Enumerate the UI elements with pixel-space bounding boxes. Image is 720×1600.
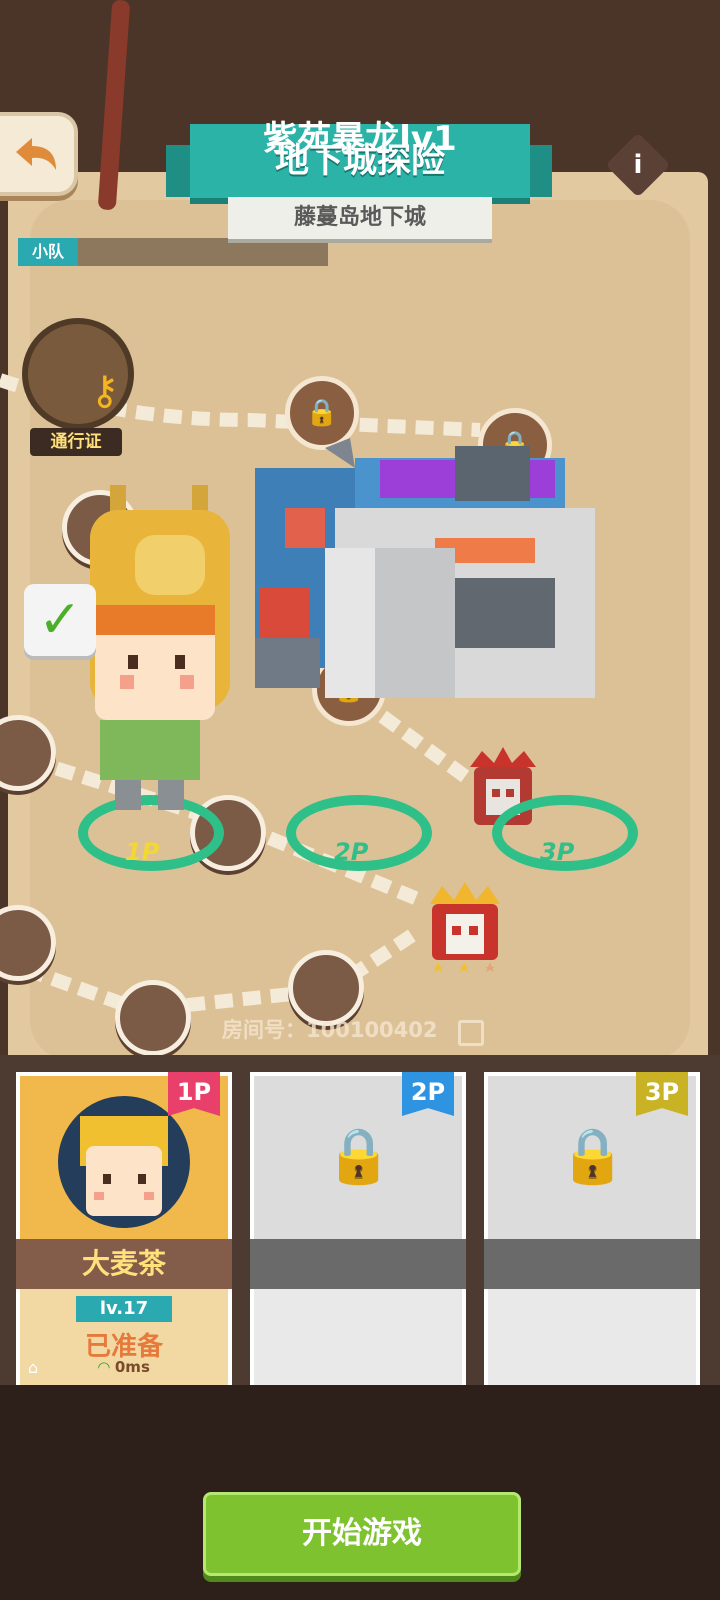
player-character — [90, 485, 230, 810]
pass-label[interactable]: 通行证 — [30, 428, 122, 456]
player-level: lv.17 — [76, 1296, 172, 1322]
home-icon: ⌂ — [28, 1358, 39, 1377]
player-avatar-image — [80, 1116, 168, 1216]
page-title: 地下城探险 — [275, 141, 445, 181]
team-bar — [78, 238, 328, 266]
back-button[interactable] — [0, 112, 78, 196]
name-bar — [484, 1239, 700, 1289]
slot-label-3p: 3P — [540, 838, 575, 866]
player-card-3p[interactable]: 🔒 3P — [484, 1072, 700, 1393]
lock-icon: 🔒 — [305, 398, 339, 428]
dungeon-subtitle: 藤蔓岛地下城 — [228, 197, 492, 239]
copy-icon[interactable] — [458, 1020, 484, 1046]
lock-icon: 🔒 — [325, 1124, 393, 1187]
ready-check-icon: ✓ — [24, 584, 96, 656]
ping-value: ◠ 0ms — [20, 1358, 228, 1376]
player-card-1p[interactable]: 1P 大麦茶 lv.17 已准备 ◠ 0ms ⌂ — [16, 1072, 232, 1393]
player-card-2p[interactable]: 🔒 2P — [250, 1072, 466, 1393]
player-name: 大麦茶 — [81, 1247, 166, 1280]
back-arrow-icon — [16, 138, 56, 170]
room-number: 房间号：100100402 — [222, 1018, 438, 1042]
key-icon: ⚷ — [90, 368, 120, 414]
boss-marker[interactable] — [420, 880, 510, 988]
avatar — [58, 1096, 190, 1228]
slot-label-1p: 1P — [125, 838, 160, 866]
info-icon[interactable]: i — [615, 142, 661, 188]
wifi-icon: ◠ — [98, 1358, 115, 1376]
monster-boss — [255, 438, 595, 698]
team-tag[interactable]: 小队 — [18, 238, 78, 266]
name-bar — [250, 1239, 466, 1289]
ping-text: 0ms — [114, 1358, 150, 1376]
slot-label-2p: 2P — [334, 838, 369, 866]
lock-icon: 🔒 — [559, 1124, 627, 1187]
map-node[interactable] — [115, 980, 191, 1056]
start-game-button[interactable]: 开始游戏 — [203, 1492, 521, 1576]
